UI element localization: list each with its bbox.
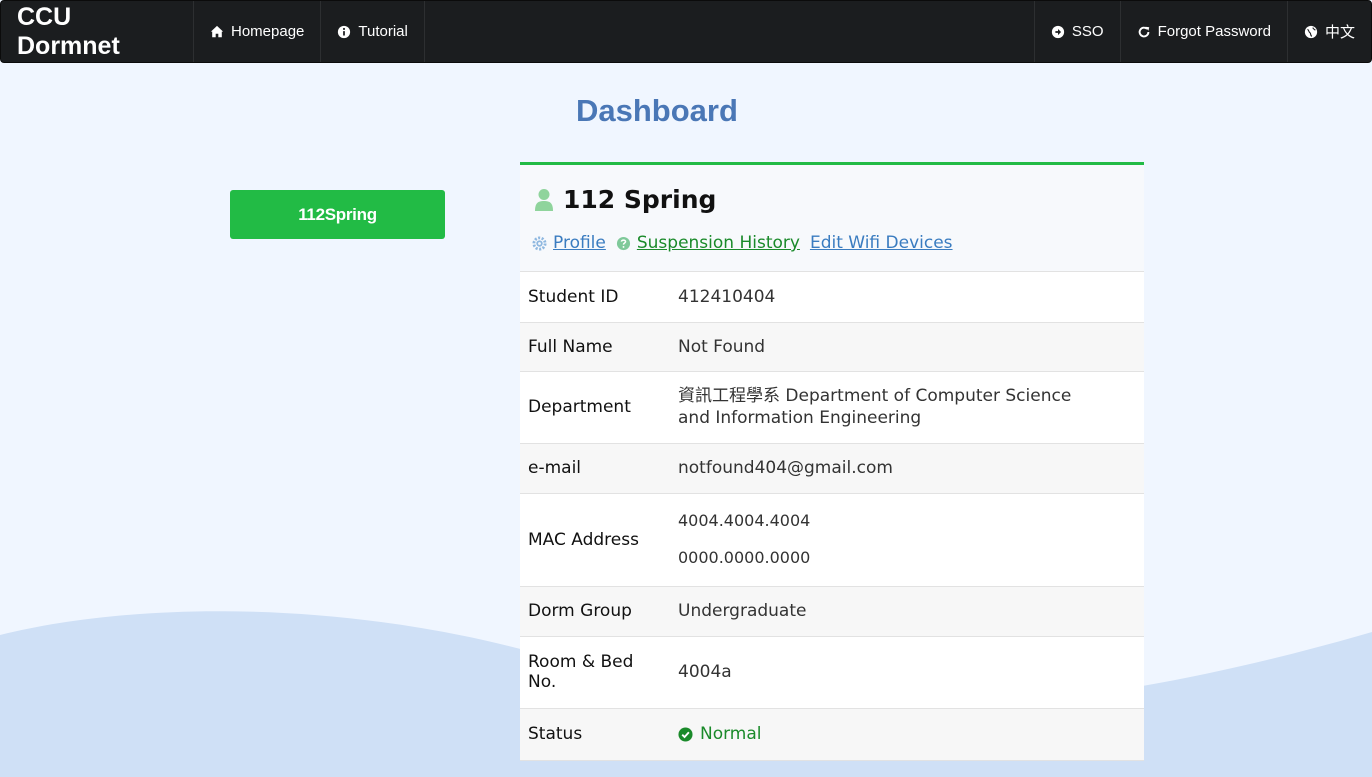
brand-logo[interactable]: CCU Dormnet: [1, 1, 194, 62]
email-value: notfound404@gmail.com: [670, 443, 1144, 494]
mac-address-values: 4004.4004.4004 0000.0000.0000: [670, 493, 1144, 587]
dorm-group-value: Undergraduate: [670, 586, 1144, 637]
nav-tutorial[interactable]: Tutorial: [321, 1, 425, 62]
top-navbar: CCU Dormnet Homepage Tutorial SSO Forgot…: [0, 0, 1372, 63]
room-bed-value: 4004a: [670, 636, 1144, 709]
table-row: Student ID 412410404: [520, 272, 1144, 323]
nav-forgot-password[interactable]: Forgot Password: [1119, 1, 1287, 62]
status-cell: Normal: [670, 708, 1144, 761]
nav-language[interactable]: 中文: [1286, 1, 1371, 62]
home-icon: [210, 25, 224, 37]
nav-tutorial-label: Tutorial: [358, 23, 408, 40]
student-id-label: Student ID: [520, 272, 670, 323]
department-label: Department: [520, 371, 670, 444]
card-title-text: 112 Spring: [563, 185, 717, 214]
table-row: Status Normal: [520, 708, 1144, 761]
mac-address-label: MAC Address: [520, 493, 670, 587]
edit-wifi-devices-link[interactable]: Edit Wifi Devices: [810, 233, 953, 253]
card-links: Profile Suspension History Edit Wifi Dev…: [532, 233, 963, 253]
globe-icon: [1304, 25, 1318, 38]
status-badge: Normal: [678, 723, 1144, 745]
nav-homepage[interactable]: Homepage: [194, 1, 322, 62]
suspension-history-link[interactable]: Suspension History: [637, 233, 800, 253]
table-row: Department 資訊工程學系 Department of Computer…: [520, 371, 1144, 444]
term-112spring-button[interactable]: 112Spring: [230, 190, 445, 239]
question-circle-icon: [616, 236, 630, 250]
status-label: Status: [520, 708, 670, 761]
gear-icon: [532, 235, 547, 251]
card-title: 112 Spring: [534, 185, 716, 214]
status-value: Normal: [700, 724, 762, 744]
profile-link[interactable]: Profile: [553, 233, 606, 253]
student-info-table: Student ID 412410404 Full Name Not Found…: [520, 272, 1144, 761]
dorm-group-label: Dorm Group: [520, 586, 670, 637]
nav-homepage-label: Homepage: [231, 23, 305, 40]
nav-forgot-password-label: Forgot Password: [1157, 23, 1271, 40]
mac-address-1: 4004.4004.4004: [678, 511, 811, 530]
room-bed-label: Room & Bed No.: [520, 636, 670, 709]
table-row: e-mail notfound404@gmail.com: [520, 443, 1144, 494]
check-circle-icon: [678, 726, 693, 742]
mac-address-2: 0000.0000.0000: [678, 548, 811, 567]
email-label: e-mail: [520, 443, 670, 494]
card-header: 112 Spring Profile Suspension History Ed…: [520, 165, 1144, 272]
table-row: Room & Bed No. 4004a: [520, 636, 1144, 709]
full-name-label: Full Name: [520, 322, 670, 372]
refresh-icon: [1138, 26, 1149, 37]
table-row: MAC Address 4004.4004.4004 0000.0000.000…: [520, 493, 1144, 587]
student-info-card: 112 Spring Profile Suspension History Ed…: [520, 162, 1144, 761]
page-title: Dashboard: [576, 93, 738, 128]
nav-sso-label: SSO: [1071, 23, 1104, 40]
nav-sso[interactable]: SSO: [1033, 1, 1120, 62]
info-icon: [338, 25, 351, 38]
nav-language-label: 中文: [1324, 24, 1355, 41]
user-icon: [535, 188, 553, 211]
table-row: Full Name Not Found: [520, 322, 1144, 372]
table-row: Dorm Group Undergraduate: [520, 586, 1144, 637]
full-name-value: Not Found: [670, 322, 1144, 372]
arrow-circle-right-icon: [1051, 25, 1065, 38]
department-value: 資訊工程學系 Department of Computer Science an…: [670, 371, 1144, 444]
student-id-value: 412410404: [670, 272, 1144, 323]
